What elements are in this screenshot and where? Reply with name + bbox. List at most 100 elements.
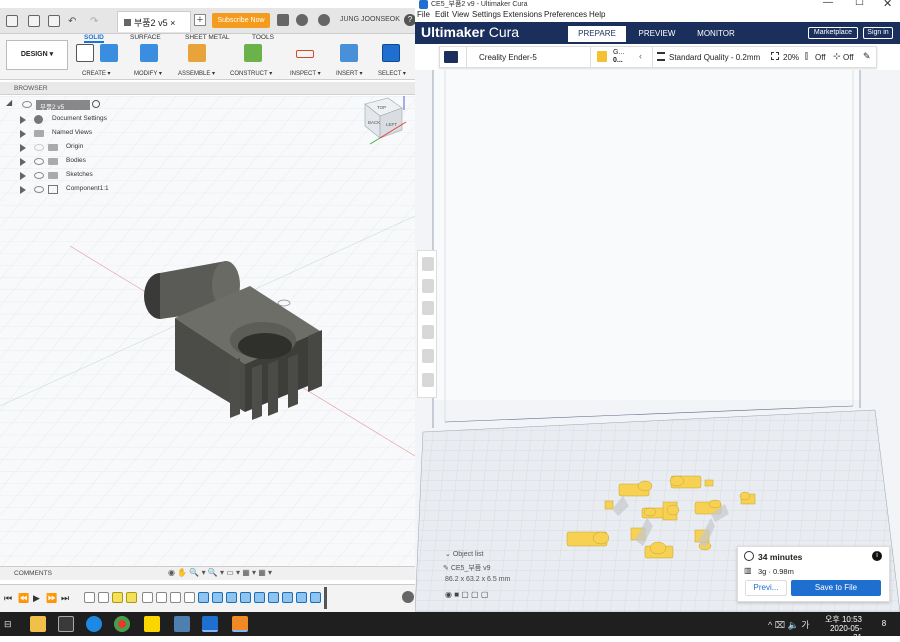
user-name[interactable]: JUNG JOONSEOK: [340, 16, 400, 23]
timeline-end-icon[interactable]: ⏭: [61, 593, 69, 604]
expand-icon[interactable]: [20, 186, 26, 194]
view-orientation-buttons[interactable]: ◉ ■ ▢ ▢ ▢: [445, 590, 505, 600]
move-tool-icon[interactable]: [422, 257, 434, 271]
create-group[interactable]: CREATE ▾: [74, 44, 124, 77]
minimize-icon[interactable]: —: [823, 0, 833, 8]
store-icon[interactable]: [58, 616, 74, 632]
visibility-icon[interactable]: [34, 172, 44, 179]
notification-icon[interactable]: [318, 14, 330, 26]
insert-image-icon[interactable]: [340, 44, 358, 62]
root-visibility-icon[interactable]: [22, 101, 32, 108]
fusion-taskbar-icon[interactable]: [232, 616, 248, 632]
select-group[interactable]: SELECT ▾: [376, 44, 412, 77]
sync-icon[interactable]: [296, 14, 308, 26]
close-icon[interactable]: ✕: [883, 0, 892, 10]
timeline-marker[interactable]: [324, 587, 327, 609]
task-view-icon[interactable]: ⊟: [4, 616, 20, 632]
material-selector[interactable]: G... 0... ‹: [590, 47, 650, 67]
system-tray-icons[interactable]: ^ ⌧ 🔈 가: [768, 618, 810, 631]
info-icon[interactable]: i: [872, 551, 882, 561]
save-icon[interactable]: [48, 15, 60, 27]
timeline-feature-sketch[interactable]: [126, 592, 137, 603]
visibility-icon[interactable]: [34, 186, 44, 193]
timeline-start-icon[interactable]: ⏮: [4, 593, 12, 604]
preview-button[interactable]: Previ...: [745, 580, 787, 596]
timeline-feature-extrude[interactable]: [296, 592, 307, 603]
rotate-tool-icon[interactable]: [422, 301, 434, 315]
timeline-feature-extrude[interactable]: [268, 592, 279, 603]
timeline-feature-extrude[interactable]: [212, 592, 223, 603]
timeline-feature-extrude[interactable]: [310, 592, 321, 603]
timeline-feature-extrude[interactable]: [198, 592, 209, 603]
undo-icon[interactable]: ↶: [68, 16, 76, 27]
assemble-group[interactable]: ASSEMBLE ▾: [178, 44, 220, 77]
activate-icon[interactable]: [92, 100, 100, 108]
object-list-toggle[interactable]: ⌄ Object list: [445, 550, 484, 558]
stage-preview[interactable]: PREVIEW: [631, 26, 683, 42]
file-explorer-icon[interactable]: [30, 616, 46, 632]
navigation-bar[interactable]: ◉ ✋ 🔍 ▾ 🔍 ▾ ▭ ▾ ▦ ▾ ▦ ▾: [168, 568, 278, 578]
timeline-feature-extrude[interactable]: [98, 592, 109, 603]
cura-taskbar-icon[interactable]: [202, 616, 218, 632]
expand-icon[interactable]: [20, 116, 26, 124]
action-center-icon[interactable]: 8: [876, 616, 892, 632]
extrude-icon[interactable]: [100, 44, 118, 62]
workspace-switcher[interactable]: DESIGN ▾: [6, 40, 68, 70]
expand-icon[interactable]: [20, 158, 26, 166]
file-menu-icon[interactable]: [28, 15, 40, 27]
stage-monitor[interactable]: MONITOR: [689, 26, 743, 42]
menu-preferences[interactable]: Preferences: [544, 10, 587, 19]
timeline-feature-sketch[interactable]: [170, 592, 181, 603]
save-to-file-button[interactable]: Save to File: [791, 580, 881, 596]
tab-solid[interactable]: SOLID: [84, 34, 104, 43]
timeline-feature-extrude[interactable]: [254, 592, 265, 603]
chat-icon[interactable]: [277, 14, 289, 26]
help-icon[interactable]: ?: [404, 14, 415, 26]
measure-icon[interactable]: [296, 50, 314, 58]
new-component-icon[interactable]: [188, 44, 206, 62]
menu-view[interactable]: View: [452, 10, 469, 19]
expand-icon[interactable]: [20, 130, 26, 138]
menu-edit[interactable]: Edit: [435, 10, 449, 19]
print-settings-selector[interactable]: Standard Quality - 0.2mm 20% ⫿ Off ⊹ Off…: [652, 47, 876, 67]
tab-tools[interactable]: TOOLS: [252, 34, 274, 41]
maximize-icon[interactable]: ☐: [855, 0, 864, 8]
open-file-icon[interactable]: [444, 51, 458, 63]
menu-extensions[interactable]: Extensions: [503, 10, 542, 19]
support-blocker-icon[interactable]: [422, 373, 434, 387]
insert-group[interactable]: INSERT ▾: [334, 44, 368, 77]
expand-icon[interactable]: [20, 144, 26, 152]
mirror-tool-icon[interactable]: [422, 325, 434, 339]
timeline-feature-extrude[interactable]: [226, 592, 237, 603]
timeline-play-icon[interactable]: ▶: [33, 593, 40, 604]
build-plate-viewport[interactable]: [415, 70, 900, 612]
app-icon[interactable]: [174, 616, 190, 632]
offset-plane-icon[interactable]: [244, 44, 262, 62]
timeline-feature-sketch[interactable]: [112, 592, 123, 603]
timeline-forward-icon[interactable]: ⏩: [46, 593, 57, 604]
visibility-icon[interactable]: [34, 158, 44, 165]
timeline-feature-extrude[interactable]: [282, 592, 293, 603]
data-panel-icon[interactable]: [6, 15, 18, 27]
chrome-icon[interactable]: [114, 616, 130, 632]
object-name-row[interactable]: ✎ CE5_부품 v9: [443, 563, 491, 573]
press-pull-icon[interactable]: [140, 44, 158, 62]
new-tab-button[interactable]: +: [194, 14, 206, 26]
timeline-settings-icon[interactable]: [402, 591, 414, 603]
create-sketch-icon[interactable]: [76, 44, 94, 62]
redo-icon[interactable]: ↷: [90, 16, 98, 27]
menu-help[interactable]: Help: [589, 10, 605, 19]
expand-root-icon[interactable]: ◢: [6, 98, 14, 108]
clock-date[interactable]: 2020-05-31: [824, 624, 862, 642]
tab-sheet-metal[interactable]: SHEET METAL: [185, 34, 230, 41]
select-icon[interactable]: [382, 44, 400, 62]
inspect-group[interactable]: INSPECT ▾: [288, 44, 324, 77]
kakaotalk-icon[interactable]: [144, 616, 160, 632]
browser-header[interactable]: BROWSER: [0, 82, 415, 95]
sign-in-button[interactable]: Sign in: [863, 27, 893, 39]
timeline-feature-sketch[interactable]: [84, 592, 95, 603]
timeline-back-icon[interactable]: ⏪: [18, 593, 29, 604]
marketplace-button[interactable]: Marketplace: [808, 27, 858, 39]
design-canvas[interactable]: TOP BACK LEFT: [0, 96, 415, 566]
timeline-feature-move[interactable]: [142, 592, 153, 603]
